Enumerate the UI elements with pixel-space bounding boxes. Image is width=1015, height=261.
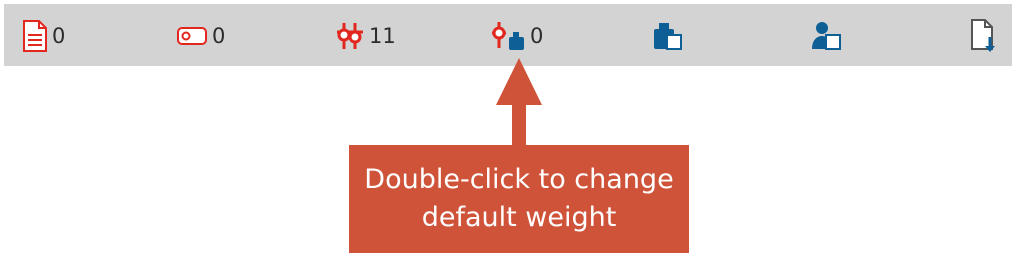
callout-tooltip: Double-click to change default weight (349, 145, 689, 253)
callout-line-1: Double-click to change (364, 164, 674, 195)
callout-line-2: default weight (421, 202, 617, 233)
page: 0 0 11 0 Double-click to change default … (0, 0, 1015, 261)
